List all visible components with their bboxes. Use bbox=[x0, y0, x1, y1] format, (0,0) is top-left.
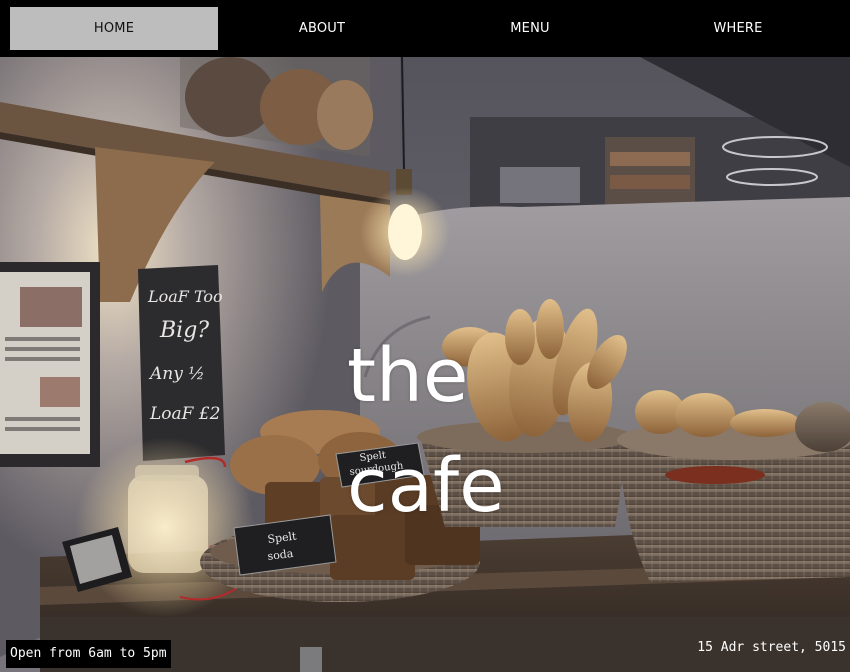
svg-text:Any ½: Any ½ bbox=[148, 364, 205, 384]
svg-text:Big?: Big? bbox=[159, 318, 209, 343]
cafe-page: HOME ABOUT MENU WHERE LoaF Too Big? Any … bbox=[0, 0, 850, 672]
address: 15 Adr street, 5015 bbox=[697, 640, 846, 655]
hero-title-line1: the bbox=[347, 333, 469, 419]
nav-about[interactable]: ABOUT bbox=[218, 7, 426, 50]
opening-hours: Open from 6am to 5pm bbox=[6, 640, 171, 668]
top-navigation: HOME ABOUT MENU WHERE bbox=[0, 0, 850, 57]
nav-menu[interactable]: MENU bbox=[426, 7, 634, 50]
nav-where[interactable]: WHERE bbox=[634, 7, 842, 50]
hero-bakery-photo: LoaF Too Big? Any ½ LoaF £2 Spelt sourdo… bbox=[0, 57, 850, 672]
nav-home[interactable]: HOME bbox=[10, 7, 218, 50]
chalkboard-text: LoaF Too bbox=[147, 287, 223, 306]
svg-text:LoaF £2: LoaF £2 bbox=[149, 404, 221, 424]
hero-title: the cafe bbox=[347, 322, 547, 541]
hero-title-line2: cafe bbox=[347, 442, 505, 529]
